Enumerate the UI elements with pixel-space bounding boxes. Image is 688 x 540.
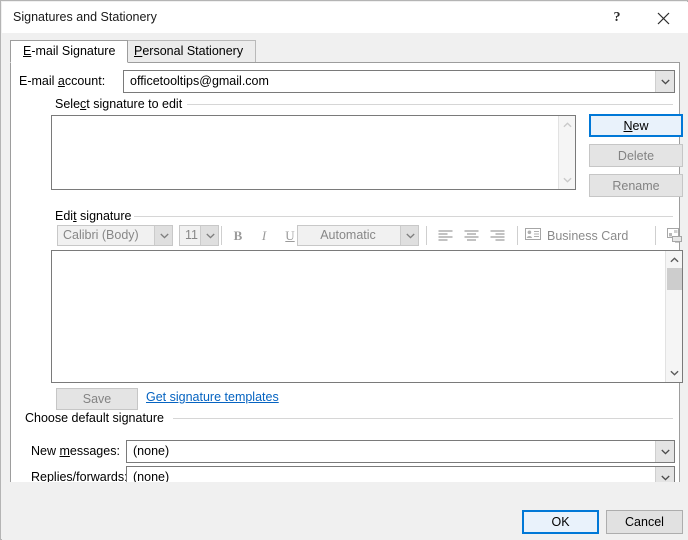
help-glyph: ? (613, 10, 621, 25)
font-color-combobox[interactable]: Automatic (297, 225, 419, 246)
select-signature-group-line (187, 104, 673, 105)
tab-email-signature-label: -mail Signature (31, 44, 116, 58)
new-signature-button[interactable]: New (589, 114, 683, 137)
close-glyph (657, 12, 669, 24)
email-signature-panel: E-mail account: officetooltips@gmail.com… (10, 62, 683, 506)
signature-listbox-scrollbar[interactable] (558, 116, 575, 189)
edit-signature-group-label: Edit signature (52, 209, 135, 223)
font-family-combobox[interactable]: Calibri (Body) (57, 225, 173, 246)
signatures-and-stationery-dialog: Signatures and Stationery ? E-mail Signa… (0, 0, 688, 540)
dialog-footer: OK Cancel (2, 482, 688, 540)
align-center-icon[interactable] (461, 226, 481, 245)
signature-editor[interactable] (51, 250, 683, 383)
scroll-up-icon[interactable] (559, 117, 575, 133)
scroll-up-icon[interactable] (666, 252, 682, 268)
tab-email-signature[interactable]: E-mail Signature (10, 40, 129, 63)
toolbar-separator (517, 226, 518, 245)
toolbar-separator (426, 226, 427, 245)
email-account-value: officetooltips@gmail.com (130, 74, 269, 88)
ok-button[interactable]: OK (522, 510, 599, 534)
scroll-down-icon[interactable] (666, 365, 682, 381)
email-account-combobox[interactable]: officetooltips@gmail.com (123, 70, 675, 93)
align-left-icon[interactable] (435, 226, 455, 245)
signature-listbox[interactable] (51, 115, 576, 190)
new-messages-value: (none) (133, 444, 170, 458)
email-account-label: E-mail account: (19, 74, 106, 88)
tab-strip: E-mail Signature Personal Stationery (10, 40, 680, 63)
rename-signature-button[interactable]: Rename (589, 174, 683, 197)
font-color-chevron-down-icon[interactable] (400, 226, 418, 245)
business-card-label: Business Card (547, 228, 629, 243)
tab-personal-stationery[interactable]: Personal Stationery (121, 40, 257, 63)
new-messages-chevron-down-icon[interactable] (655, 441, 674, 462)
tab-personal-stationery-label: ersonal Stationery (142, 44, 244, 58)
font-family-chevron-down-icon[interactable] (154, 226, 172, 245)
signature-toolbar: Calibri (Body) 11 B I U Automatic Busine… (51, 223, 683, 248)
font-family-value: Calibri (Body) (63, 228, 139, 242)
default-signature-group-line (173, 418, 673, 419)
toolbar-separator (221, 226, 222, 245)
dialog-body: E-mail Signature Personal Stationery E-m… (2, 33, 688, 540)
edit-signature-group-line (134, 216, 673, 217)
scrollbar-thumb[interactable] (667, 268, 682, 290)
align-right-icon[interactable] (487, 226, 507, 245)
new-messages-label: New messages: (31, 444, 120, 458)
delete-signature-button[interactable]: Delete (589, 144, 683, 167)
email-account-chevron-down-icon[interactable] (655, 71, 674, 92)
save-signature-button[interactable]: Save (56, 388, 138, 410)
font-size-chevron-down-icon[interactable] (200, 226, 218, 245)
title-bar: Signatures and Stationery ? (2, 2, 688, 33)
picture-icon[interactable] (664, 225, 686, 246)
font-size-value: 11 (185, 228, 198, 242)
get-signature-templates-link[interactable]: Get signature templates (146, 390, 279, 404)
close-icon[interactable] (642, 3, 684, 33)
signature-editor-scrollbar[interactable] (665, 251, 682, 382)
new-messages-combobox[interactable]: (none) (126, 440, 675, 463)
help-icon[interactable]: ? (596, 3, 638, 33)
italic-button[interactable]: I (253, 225, 275, 246)
business-card-button[interactable]: Business Card (525, 225, 628, 246)
window-title: Signatures and Stationery (13, 10, 157, 24)
font-color-value: Automatic (320, 228, 376, 242)
bold-button[interactable]: B (227, 225, 249, 246)
scroll-down-icon[interactable] (559, 172, 575, 188)
cancel-button[interactable]: Cancel (606, 510, 683, 534)
default-signature-group-label: Choose default signature (22, 411, 167, 425)
toolbar-separator (655, 226, 656, 245)
select-signature-group-label: Select signature to edit (52, 97, 186, 111)
font-size-combobox[interactable]: 11 (179, 225, 219, 246)
business-card-icon (525, 228, 541, 243)
